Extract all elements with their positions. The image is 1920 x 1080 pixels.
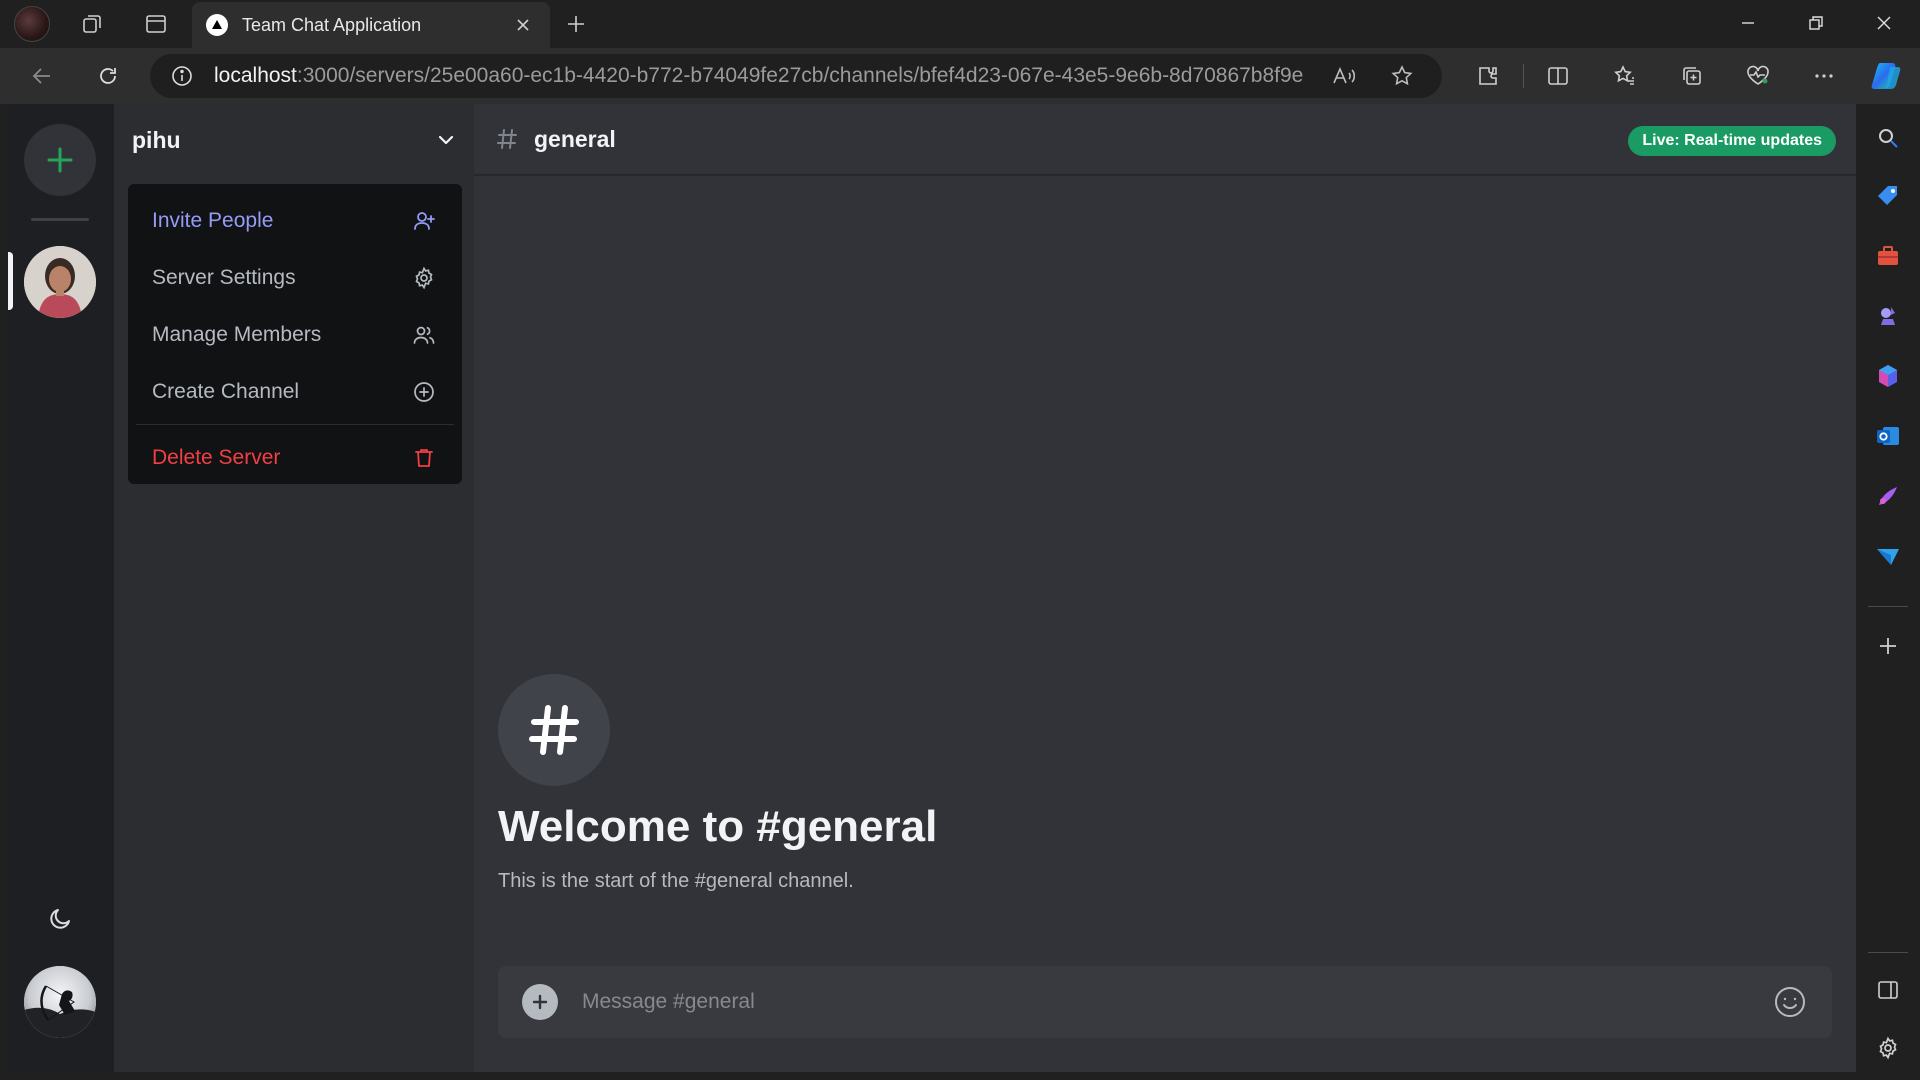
user-plus-icon	[410, 207, 438, 235]
server-rail	[8, 104, 114, 1072]
reload-icon[interactable]	[90, 58, 126, 94]
message-input[interactable]	[582, 990, 1772, 1014]
menu-item-label: Server Settings	[152, 265, 296, 289]
favorite-star-icon[interactable]	[1386, 60, 1418, 92]
menu-item-invite-people[interactable]: Invite People	[136, 192, 454, 249]
menu-item-label: Manage Members	[152, 322, 322, 346]
extensions-icon[interactable]	[1470, 58, 1506, 94]
rail-divider	[31, 218, 89, 221]
more-menu-icon[interactable]	[1806, 58, 1842, 94]
new-tab-icon[interactable]	[560, 8, 592, 40]
menu-item-manage-members[interactable]: Manage Members	[136, 306, 454, 363]
channel-header: general Live: Real-time updates	[474, 104, 1856, 176]
shopping-tag-icon[interactable]	[1872, 180, 1904, 212]
menu-item-server-settings[interactable]: Server Settings	[136, 249, 454, 306]
restore-icon[interactable]	[1782, 0, 1850, 46]
welcome-subtitle: This is the start of the #general channe…	[498, 870, 854, 892]
channel-title: general	[534, 125, 616, 152]
server-header[interactable]: pihu	[114, 104, 474, 176]
search-icon[interactable]	[1872, 122, 1904, 154]
minimize-icon[interactable]	[1714, 0, 1782, 46]
site-info-icon[interactable]	[170, 64, 194, 88]
favorites-icon[interactable]	[1607, 58, 1643, 94]
browser-essentials-icon[interactable]	[1740, 58, 1776, 94]
address-bar[interactable]: localhost:3000/servers/25e00a60-ec1b-442…	[150, 54, 1442, 98]
plus-circle-icon	[410, 378, 438, 406]
server-dropdown-menu: Invite People Server Settings Manage Mem…	[128, 184, 462, 484]
split-screen-icon[interactable]	[1540, 58, 1576, 94]
active-tab[interactable]: Team Chat Application	[192, 2, 550, 48]
designer-icon[interactable]	[1872, 480, 1904, 512]
welcome-hash-icon	[498, 674, 610, 786]
team-chat-app: pihu Invite People Server Settings Manag…	[8, 104, 1856, 1072]
send-drop-icon[interactable]	[1872, 540, 1904, 572]
hash-icon	[494, 126, 520, 152]
microsoft-365-icon[interactable]	[1872, 360, 1904, 392]
live-status-badge: Live: Real-time updates	[1628, 126, 1836, 156]
close-window-icon[interactable]	[1850, 0, 1918, 46]
back-arrow-icon[interactable]	[24, 58, 60, 94]
url-path: :3000/servers/25e00a60-ec1b-4420-b772-b7…	[296, 64, 1304, 87]
attach-plus-button[interactable]	[522, 984, 558, 1020]
vertical-tabs-icon[interactable]	[140, 8, 172, 40]
copilot-icon[interactable]	[1868, 57, 1906, 95]
browser-tab-bar: Team Chat Application	[0, 0, 1920, 48]
menu-item-label: Delete Server	[152, 445, 281, 469]
chevron-down-icon[interactable]	[432, 126, 460, 154]
sidebar-divider	[1868, 606, 1908, 607]
url-text[interactable]: localhost:3000/servers/25e00a60-ec1b-442…	[214, 64, 1303, 88]
gear-icon	[410, 264, 438, 292]
tab-close-icon[interactable]	[510, 12, 536, 38]
emoji-icon[interactable]	[1772, 984, 1808, 1020]
server-name: pihu	[132, 126, 181, 153]
menu-item-delete-server[interactable]: Delete Server	[136, 429, 454, 486]
trash-icon	[410, 444, 438, 472]
active-server-indicator	[8, 252, 13, 310]
message-composer	[498, 966, 1832, 1038]
add-sidebar-app-icon[interactable]	[1872, 630, 1904, 662]
browser-profile-avatar[interactable]	[14, 6, 50, 42]
tools-briefcase-icon[interactable]	[1872, 240, 1904, 272]
sidebar-divider	[1868, 952, 1908, 953]
chat-area: general Live: Real-time updates Welcome …	[474, 104, 1856, 1072]
welcome-title: Welcome to #general	[498, 802, 938, 851]
url-host: localhost	[214, 64, 297, 87]
channel-sidebar: pihu Invite People Server Settings Manag…	[114, 104, 474, 1072]
sidebar-settings-gear-icon[interactable]	[1872, 1032, 1904, 1064]
browser-toolbar: localhost:3000/servers/25e00a60-ec1b-442…	[0, 48, 1920, 104]
hide-sidebar-icon[interactable]	[1872, 974, 1904, 1006]
menu-item-label: Create Channel	[152, 379, 300, 403]
add-server-button[interactable]	[24, 124, 96, 196]
menu-divider	[136, 424, 454, 425]
menu-item-label: Invite People	[152, 208, 274, 232]
read-aloud-icon[interactable]	[1328, 60, 1360, 92]
theme-toggle-moon-icon[interactable]	[41, 898, 81, 938]
games-icon[interactable]	[1872, 300, 1904, 332]
server-avatar-pihu[interactable]	[24, 246, 96, 318]
workspaces-icon[interactable]	[76, 8, 108, 40]
collections-icon[interactable]	[1674, 58, 1710, 94]
menu-item-create-channel[interactable]: Create Channel	[136, 363, 454, 420]
toolbar-divider	[1523, 64, 1524, 88]
user-avatar[interactable]	[24, 966, 96, 1038]
tab-title: Team Chat Application	[242, 14, 422, 35]
users-icon	[410, 321, 438, 349]
vercel-triangle-icon	[206, 14, 228, 36]
outlook-icon[interactable]	[1872, 420, 1904, 452]
edge-sidebar	[1856, 104, 1920, 1080]
